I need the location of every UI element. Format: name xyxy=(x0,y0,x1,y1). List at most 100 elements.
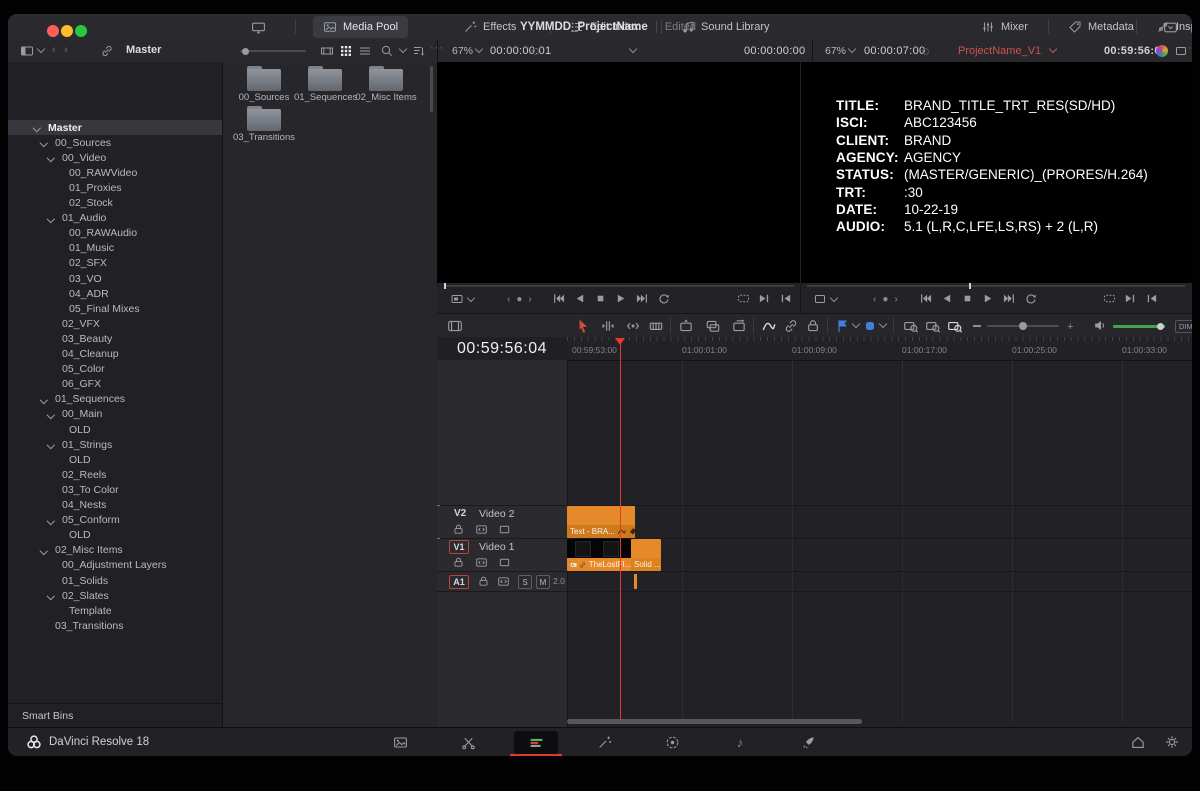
bin-tree-item[interactable]: 02_Reels xyxy=(8,467,222,482)
minimize-window-button[interactable] xyxy=(61,25,73,37)
full-extent-zoom-icon[interactable] xyxy=(903,318,919,334)
marker-color-chevron-icon[interactable] xyxy=(879,320,887,328)
mixer-button[interactable]: Mixer xyxy=(971,14,1038,40)
screen-share-icon[interactable] xyxy=(251,20,266,35)
expand-chevron-icon[interactable] xyxy=(47,441,55,449)
timeline-display-mode-button[interactable] xyxy=(813,292,837,306)
search-icon[interactable] xyxy=(380,44,394,58)
bin-tree-item[interactable]: OLD xyxy=(8,452,222,467)
expand-chevron-icon[interactable] xyxy=(47,154,55,162)
selection-mode-icon[interactable] xyxy=(575,318,591,334)
bin-tree-item[interactable]: 03_VO xyxy=(8,271,222,286)
bin-tree-item[interactable]: 04_Nests xyxy=(8,498,222,513)
audio-clip-fragment[interactable] xyxy=(634,574,637,589)
bin-tree-item[interactable]: 05_Color xyxy=(8,362,222,377)
track-header-v2[interactable]: V2 Video 2 xyxy=(437,506,566,538)
keyframe-diamond-icon[interactable] xyxy=(629,528,635,535)
timeline-dropdown-chevron-icon[interactable] xyxy=(1049,45,1057,53)
bin-tree-item[interactable]: 02_Stock xyxy=(8,196,222,211)
play-from-in-icon[interactable] xyxy=(779,292,792,305)
bin-tree-item[interactable]: Master xyxy=(8,120,222,135)
loop-range-icon[interactable] xyxy=(737,292,750,305)
loop-icon[interactable] xyxy=(1024,292,1037,305)
bin-tree-item[interactable]: 03_To Color xyxy=(8,482,222,497)
timeline-ruler[interactable]: 00:59:53:0001:00:01:0001:00:09:0001:00:1… xyxy=(567,337,1192,361)
bin-tree-item[interactable]: 04_ADR xyxy=(8,286,222,301)
mute-button[interactable]: M xyxy=(536,575,550,589)
track-lock-icon[interactable] xyxy=(452,556,465,569)
audio-level-slider[interactable] xyxy=(1113,325,1165,328)
expand-chevron-icon[interactable] xyxy=(47,214,55,222)
forward-button[interactable]: › xyxy=(64,44,68,56)
bin-link-icon[interactable] xyxy=(100,44,114,58)
expand-chevron-icon[interactable] xyxy=(47,516,55,524)
page-tab-fairlight[interactable]: ♪ xyxy=(718,731,762,754)
auto-select-icon[interactable] xyxy=(475,556,488,569)
expand-chevron-icon[interactable] xyxy=(40,139,48,147)
page-tab-media[interactable] xyxy=(378,731,422,754)
bin-tree-item[interactable]: 01_Proxies xyxy=(8,180,222,195)
audio-monitor-speaker-icon[interactable] xyxy=(1093,318,1108,333)
cinema-viewer-icon[interactable] xyxy=(1174,44,1188,58)
expand-chevron-icon[interactable] xyxy=(47,592,55,600)
bin-tree-item[interactable]: 05_Conform xyxy=(8,513,222,528)
source-scrub-bar[interactable] xyxy=(444,285,794,287)
insert-clip-icon[interactable] xyxy=(678,318,694,334)
bin-tree-item[interactable]: 01_Music xyxy=(8,241,222,256)
page-tab-color[interactable] xyxy=(650,731,694,754)
clip-video[interactable]: TheLostFl... xyxy=(567,539,631,571)
flag-icon[interactable] xyxy=(835,318,851,334)
source-zoom-chevron-icon[interactable] xyxy=(475,45,483,53)
bin-tree-item[interactable]: 02_SFX xyxy=(8,256,222,271)
search-options-chevron-icon[interactable] xyxy=(399,45,407,53)
source-more-button[interactable]: ··· xyxy=(790,42,804,54)
detail-zoom-icon[interactable] xyxy=(925,318,941,334)
source-zoom-level[interactable]: 67% xyxy=(452,45,473,57)
bin-tree-item[interactable]: Template xyxy=(8,603,222,618)
source-viewer[interactable] xyxy=(437,62,800,283)
folder-icon[interactable] xyxy=(247,106,281,131)
bin-tree-item[interactable]: 00_Sources xyxy=(8,135,222,150)
source-display-mode-button[interactable] xyxy=(450,292,474,306)
project-home-icon[interactable] xyxy=(1130,734,1146,750)
track-header-v1[interactable]: V1 Video 1 xyxy=(437,539,566,571)
media-pool-button[interactable]: Media Pool xyxy=(313,16,408,38)
page-tab-cut[interactable] xyxy=(446,731,490,754)
track-enable-icon[interactable] xyxy=(498,556,511,569)
link-clips-icon[interactable] xyxy=(783,318,799,334)
sidebar-toggle-icon[interactable] xyxy=(20,44,34,58)
timeline-name[interactable]: ProjectName_V1 xyxy=(958,45,1041,57)
keyframe-curve-icon[interactable] xyxy=(617,526,627,537)
bin-tree-item[interactable]: 00_Video xyxy=(8,150,222,165)
position-lock-icon[interactable] xyxy=(805,318,821,334)
bin-tree-item[interactable]: 00_RAWVideo xyxy=(8,165,222,180)
track-lock-icon[interactable] xyxy=(477,575,490,588)
blade-edit-mode-icon[interactable] xyxy=(648,318,664,334)
sidebar-toggle-chevron-icon[interactable] xyxy=(37,45,45,53)
timeline-view-options-icon[interactable] xyxy=(447,318,463,334)
overwrite-clip-icon[interactable] xyxy=(705,318,721,334)
marker-icon[interactable] xyxy=(866,322,874,330)
clip-text-brand[interactable]: Text - BRA... xyxy=(567,506,635,538)
auto-select-icon[interactable] xyxy=(475,523,488,536)
playhead-line[interactable] xyxy=(620,338,621,722)
play-to-out-icon[interactable] xyxy=(1124,292,1137,305)
bin-tree-item[interactable]: 00_RAWAudio xyxy=(8,226,222,241)
page-tab-fusion[interactable] xyxy=(582,731,626,754)
zoom-out-button[interactable] xyxy=(973,325,981,327)
bin-tree-item[interactable]: 04_Cleanup xyxy=(8,347,222,362)
bin-tree-item[interactable]: 03_Beauty xyxy=(8,331,222,346)
trim-edit-mode-icon[interactable] xyxy=(600,318,616,334)
bin-tree-item[interactable]: 01_Solids xyxy=(8,573,222,588)
source-clip-dropdown-chevron-icon[interactable] xyxy=(629,45,637,53)
bin-tree-item[interactable]: OLD xyxy=(8,422,222,437)
folder-icon[interactable] xyxy=(369,66,403,91)
play-icon[interactable] xyxy=(615,292,628,305)
page-tab-edit[interactable] xyxy=(514,731,558,754)
play-from-in-icon[interactable] xyxy=(1145,292,1158,305)
bin-tree-item[interactable]: 01_Strings xyxy=(8,437,222,452)
timeline-scrollbar[interactable] xyxy=(567,719,862,724)
snapping-icon[interactable] xyxy=(761,318,777,334)
ui-layout-toggle-icon[interactable] xyxy=(1163,20,1178,35)
back-button[interactable]: ‹ xyxy=(52,44,56,56)
